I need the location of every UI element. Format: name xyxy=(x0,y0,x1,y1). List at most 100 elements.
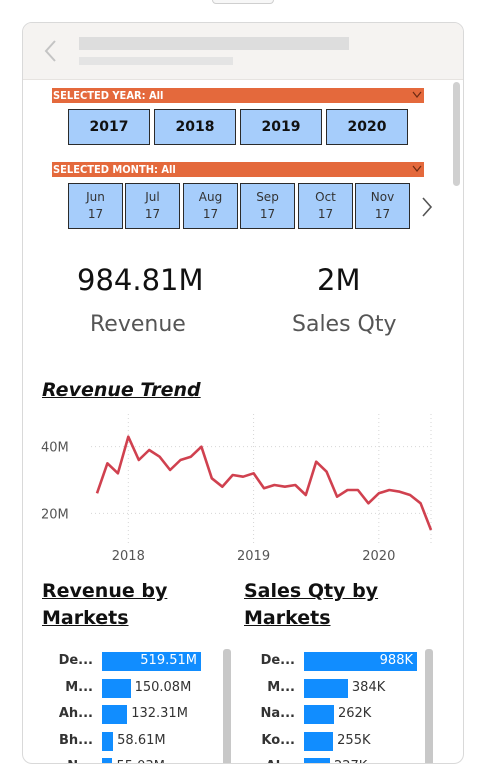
window-grab-handle[interactable] xyxy=(212,0,274,4)
chevron-right-icon[interactable] xyxy=(421,196,433,218)
month-year: 17 xyxy=(317,207,334,221)
report-canvas[interactable]: SELECTED YEAR: All 2017 2018 2019 2020 S… xyxy=(23,80,463,763)
month-option-nov-17[interactable]: Nov 17 xyxy=(355,183,410,229)
year-option-2020[interactable]: 2020 xyxy=(326,109,408,145)
x-tick-label: 2019 xyxy=(237,549,270,564)
revenue-trend-point[interactable] xyxy=(126,434,131,439)
bar[interactable] xyxy=(102,731,114,751)
bar-category-label: Na... xyxy=(260,706,295,722)
revenue-trend-point[interactable] xyxy=(376,491,381,496)
revenue-by-markets-chart[interactable]: De... 519.51M M... 150.08M Ah... 132.31M Bh...… xyxy=(23,650,223,763)
chevron-down-icon[interactable] xyxy=(412,91,422,99)
month-option-aug-17[interactable]: Aug 17 xyxy=(183,183,238,229)
revenue-trend-title: Revenue Trend xyxy=(42,379,201,401)
y-tick-label: 40M xyxy=(41,441,69,456)
revenue-trend-point[interactable] xyxy=(429,528,434,533)
revenue-trend-point[interactable] xyxy=(105,461,110,466)
report-subtitle-placeholder xyxy=(79,57,233,65)
revenue-trend-point[interactable] xyxy=(366,501,371,506)
year-option-2018[interactable]: 2018 xyxy=(154,109,236,145)
month-name: Jun xyxy=(86,190,105,204)
revenue-trend-point[interactable] xyxy=(251,471,256,476)
month-slicer-header-text: SELECTED MONTH: All xyxy=(53,163,176,176)
bar-data-label: 132.31M xyxy=(131,706,188,722)
month-option-oct-17[interactable]: Oct 17 xyxy=(298,183,353,229)
revenue-trend-point[interactable] xyxy=(95,491,100,496)
revenue-trend-point[interactable] xyxy=(418,501,423,506)
month-slicer-header[interactable]: SELECTED MONTH: All xyxy=(52,162,424,177)
report-header xyxy=(23,23,463,80)
sales-qty-by-markets-title: Sales Qty by Markets xyxy=(244,578,378,632)
revenue-trend-point[interactable] xyxy=(293,483,298,488)
year-option-2017[interactable]: 2017 xyxy=(68,109,150,145)
sales-qty-by-markets-title-line1: Sales Qty by xyxy=(244,580,379,602)
revenue-trend-point[interactable] xyxy=(303,493,308,498)
revenue-trend-point[interactable] xyxy=(241,474,246,479)
sales-qty-by-markets-scrollbar[interactable] xyxy=(425,649,433,763)
bar[interactable] xyxy=(304,758,330,763)
year-option-2019[interactable]: 2019 xyxy=(240,109,322,145)
revenue-trend-point[interactable] xyxy=(397,489,402,494)
bar[interactable] xyxy=(304,705,334,725)
revenue-trend-point[interactable] xyxy=(387,488,392,493)
revenue-trend-point[interactable] xyxy=(136,458,141,463)
bar-category-label: N... xyxy=(23,759,93,763)
sales-qty-by-markets-chart[interactable]: De...988KM...384KNa...262KKo...255KAl...… xyxy=(223,650,433,763)
revenue-trend-point[interactable] xyxy=(178,458,183,463)
revenue-trend-point[interactable] xyxy=(314,459,319,464)
revenue-trend-point[interactable] xyxy=(209,476,214,481)
bar[interactable] xyxy=(102,758,113,763)
revenue-trend-point[interactable] xyxy=(355,488,360,493)
bar[interactable] xyxy=(102,705,128,725)
revenue-trend-point[interactable] xyxy=(345,488,350,493)
bar[interactable] xyxy=(102,678,131,698)
revenue-trend-point[interactable] xyxy=(157,454,162,459)
bar-category-label: M... xyxy=(65,679,93,695)
revenue-trend-point[interactable] xyxy=(230,473,235,478)
revenue-trend-point[interactable] xyxy=(324,469,329,474)
chevron-down-icon[interactable] xyxy=(412,165,422,173)
bar-data-label: 384K xyxy=(351,679,386,695)
revenue-by-markets-title: Revenue by Markets xyxy=(42,578,167,632)
month-year: 17 xyxy=(144,207,161,221)
revenue-trend-point[interactable] xyxy=(220,484,225,489)
month-year: 17 xyxy=(259,207,276,221)
revenue-trend-point[interactable] xyxy=(335,494,340,499)
bar-data-label: 988K xyxy=(379,653,413,668)
year-slicer-header[interactable]: SELECTED YEAR: All xyxy=(52,88,424,103)
sales-qty-kpi-value: 2M xyxy=(317,263,361,297)
page-scrollbar[interactable] xyxy=(453,82,460,186)
bar[interactable] xyxy=(304,731,334,751)
revenue-trend-point[interactable] xyxy=(272,483,277,488)
back-chevron-icon[interactable] xyxy=(43,39,57,63)
y-tick-label: 20M xyxy=(41,507,69,522)
revenue-trend-point[interactable] xyxy=(147,448,152,453)
month-option-jul-17[interactable]: Jul 17 xyxy=(125,183,180,229)
sales-qty-kpi-label: Sales Qty xyxy=(292,312,397,337)
revenue-trend-point[interactable] xyxy=(282,484,287,489)
revenue-trend-point[interactable] xyxy=(408,493,413,498)
month-year: 17 xyxy=(202,207,219,221)
revenue-kpi-value: 984.81M xyxy=(77,263,204,297)
revenue-trend-point[interactable] xyxy=(168,468,173,473)
mobile-report-frame: SELECTED YEAR: All 2017 2018 2019 2020 S… xyxy=(22,22,464,764)
revenue-trend-point[interactable] xyxy=(199,444,204,449)
month-name: Aug xyxy=(198,190,223,204)
bar-data-label: 519.51M xyxy=(140,653,197,668)
bar-category-label: Ah... xyxy=(58,706,93,722)
sales-qty-by-markets-title-line2: Markets xyxy=(244,607,331,629)
revenue-trend-chart[interactable]: 20M 40M 2018 2019 2020 xyxy=(23,410,443,570)
revenue-trend-point[interactable] xyxy=(188,454,193,459)
revenue-trend-point[interactable] xyxy=(262,486,267,491)
month-name: Sep xyxy=(256,190,279,204)
bar-data-label: 262K xyxy=(337,706,372,722)
month-year: 17 xyxy=(87,207,104,221)
month-option-jun-17[interactable]: Jun 17 xyxy=(68,183,123,229)
bar[interactable] xyxy=(304,678,348,698)
x-tick-label: 2020 xyxy=(362,549,395,564)
bar-category-label: De... xyxy=(260,653,295,668)
month-option-sep-17[interactable]: Sep 17 xyxy=(240,183,295,229)
revenue-kpi-label: Revenue xyxy=(90,312,186,337)
revenue-trend-point[interactable] xyxy=(115,471,120,476)
bar-category-label: M... xyxy=(267,679,295,695)
